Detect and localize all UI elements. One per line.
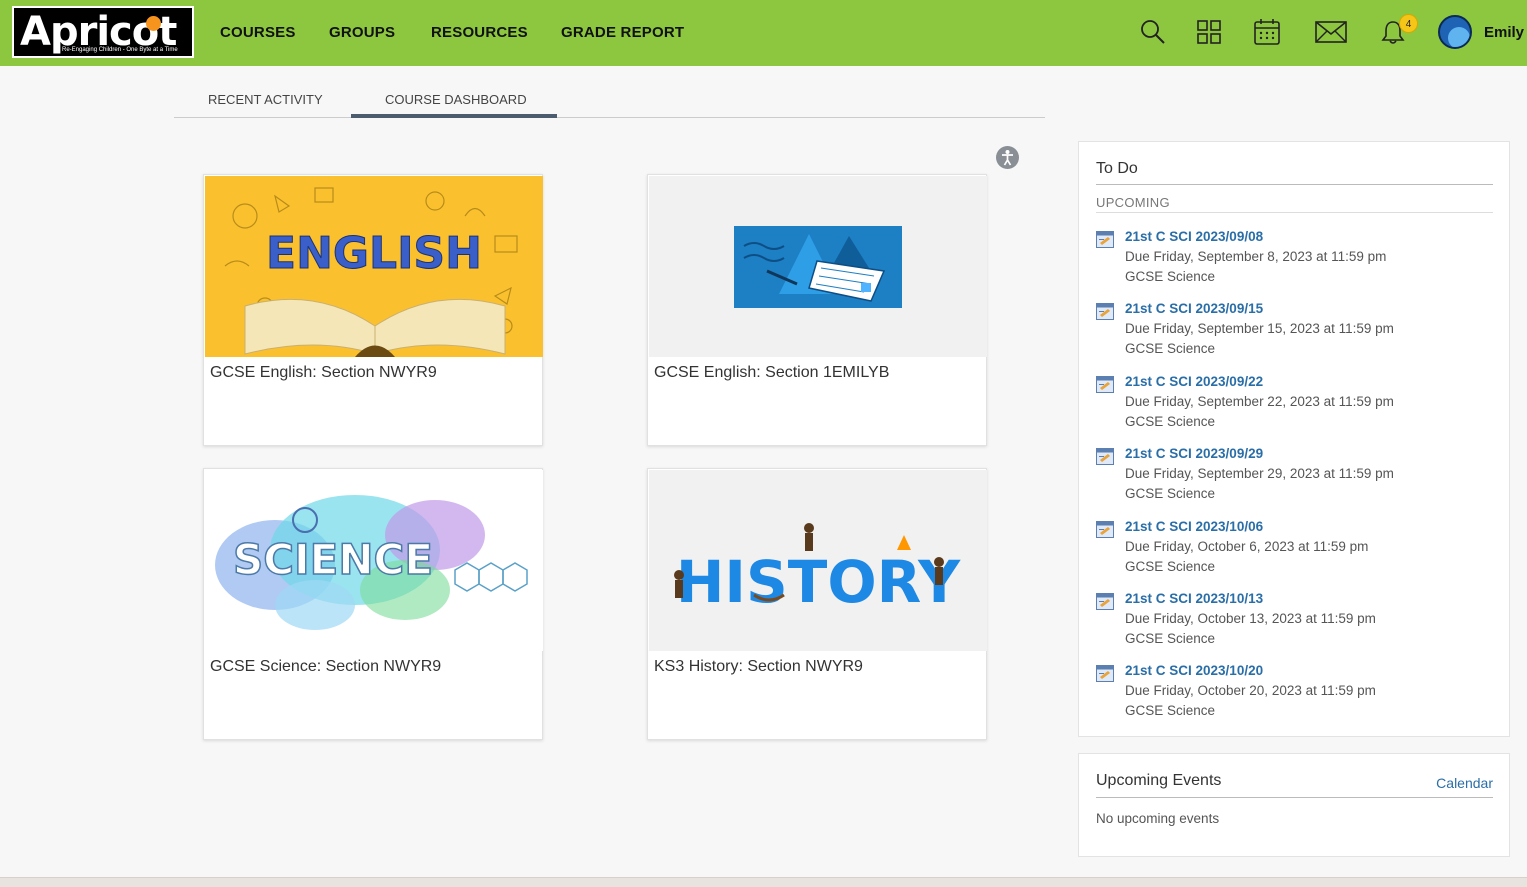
nav-courses[interactable]: COURSES <box>220 24 296 41</box>
todo-item-due-date: Due Friday, October 13, 2023 at 11:59 pm <box>1125 611 1376 626</box>
apricot-logo[interactable]: Apricot Re-Engaging Children - One Byte … <box>12 6 194 58</box>
todo-item-course: GCSE Science <box>1125 703 1216 719</box>
todo-item[interactable]: 21st C SCI 2023/10/20 Due Friday, October… <box>1096 663 1496 727</box>
todo-item-course: GCSE Science <box>1125 631 1216 646</box>
todo-item[interactable]: 21st C SCI 2023/09/08 Due Friday, Septemb… <box>1096 229 1496 293</box>
tab-course-dashboard[interactable]: COURSE DASHBOARD <box>385 92 527 107</box>
notification-count-badge: 4 <box>1399 14 1418 33</box>
course-card-english-1emilyb[interactable]: GCSE English: Section 1EMILYB <box>647 174 987 446</box>
course-title[interactable]: KS3 History: Section NWYR9 <box>654 658 863 676</box>
todo-item-due-date: Due Friday, September 15, 2023 at 11:59 … <box>1125 321 1394 337</box>
course-title[interactable]: GCSE Science: Section NWYR9 <box>210 658 441 676</box>
todo-item-title[interactable]: 21st C SCI 2023/09/15 <box>1125 301 1263 316</box>
todo-item-course: GCSE Science <box>1125 558 1216 574</box>
todo-item[interactable]: 21st C SCI 2023/09/15 Due Friday, Septemb… <box>1096 301 1496 365</box>
assignment-icon <box>1096 448 1114 466</box>
todo-item[interactable]: 21st C SCI 2023/10/06 Due Friday, October… <box>1096 519 1496 583</box>
todo-item-title[interactable]: 21st C SCI 2023/09/08 <box>1125 229 1263 244</box>
assignment-icon <box>1096 375 1114 393</box>
no-events-text: No upcoming events <box>1096 811 1220 826</box>
todo-item-course: GCSE Science <box>1125 413 1216 429</box>
course-title[interactable]: GCSE English: Section NWYR9 <box>210 364 437 382</box>
todo-item-due-date: Due Friday, September 29, 2023 at 11:59 … <box>1125 466 1394 482</box>
todo-item-course: GCSE Science <box>1125 269 1216 284</box>
todo-title: To Do <box>1096 160 1138 177</box>
todo-item-title[interactable]: 21st C SCI 2023/10/13 <box>1125 591 1263 606</box>
top-navigation-bar: Apricot Re-Engaging Children - One Byte … <box>0 0 1527 66</box>
logo-tagline: Re-Engaging Children - One Byte at a Tim… <box>62 47 178 53</box>
todo-item-due-date: Due Friday, October 6, 2023 at 11:59 pm <box>1125 538 1369 554</box>
english-image-word: ENGLISH <box>266 228 482 279</box>
english-1emilyb-course-image <box>649 176 987 357</box>
assignment-icon <box>1096 303 1114 321</box>
events-title: Upcoming Events <box>1096 772 1222 789</box>
tab-recent-activity[interactable]: RECENT ACTIVITY <box>208 92 323 107</box>
todo-item-course: GCSE Science <box>1125 486 1216 502</box>
accessibility-icon[interactable] <box>996 146 1019 169</box>
course-title[interactable]: GCSE English: Section 1EMILYB <box>654 364 889 382</box>
nav-grade-report[interactable]: GRADE REPORT <box>561 24 684 41</box>
divider <box>1096 184 1493 185</box>
taskbar-edge <box>0 877 1527 887</box>
todo-item[interactable]: 21st C SCI 2023/09/29 Due Friday, Septemb… <box>1096 446 1496 510</box>
todo-item-due-date: Due Friday, October 20, 2023 at 11:59 pm <box>1125 683 1376 699</box>
user-avatar[interactable] <box>1438 15 1472 49</box>
english-course-image: ENGLISH <box>205 176 543 357</box>
course-card-science-nwyr9[interactable]: SCIENCE GCSE Science: Section NWYR9 <box>203 468 543 740</box>
assignment-icon <box>1096 665 1114 683</box>
nav-groups[interactable]: GROUPS <box>329 24 395 41</box>
assignment-icon <box>1096 520 1114 538</box>
search-icon[interactable] <box>1138 17 1168 47</box>
todo-item-title[interactable]: 21st C SCI 2023/09/29 <box>1125 446 1263 461</box>
assignment-icon <box>1096 231 1114 248</box>
todo-panel: To Do UPCOMING 21st C SCI 2023/09/08 Due … <box>1078 141 1510 737</box>
upcoming-events-panel: Upcoming Events Calendar No upcoming eve… <box>1078 753 1510 857</box>
calendar-link[interactable]: Calendar <box>1436 775 1493 791</box>
history-course-image: HISTORY <box>649 470 987 651</box>
user-name[interactable]: Emily <box>1484 24 1524 41</box>
course-card-history-nwyr9[interactable]: HISTORY KS3 History: Section NWYR9 <box>647 468 987 740</box>
assignment-icon <box>1096 593 1114 610</box>
calendar-icon[interactable] <box>1252 17 1282 47</box>
upcoming-section-label: UPCOMING <box>1096 195 1170 210</box>
todo-item-title[interactable]: 21st C SCI 2023/10/20 <box>1125 663 1263 678</box>
todo-item-due-date: Due Friday, September 8, 2023 at 11:59 p… <box>1125 249 1387 264</box>
history-image-word: HISTORY <box>676 548 961 616</box>
dashboard-tabs: RECENT ACTIVITY COURSE DASHBOARD <box>174 86 1045 118</box>
todo-item-title[interactable]: 21st C SCI 2023/10/06 <box>1125 519 1263 534</box>
active-tab-indicator <box>351 114 557 118</box>
divider <box>1096 212 1493 213</box>
todo-item-due-date: Due Friday, September 22, 2023 at 11:59 … <box>1125 393 1394 409</box>
logo-apricot-dot <box>146 16 161 31</box>
todo-item-course: GCSE Science <box>1125 341 1216 357</box>
course-card-english-nwyr9[interactable]: ENGLISH GCSE English: Section NWYR9 <box>203 174 543 446</box>
todo-item[interactable]: 21st C SCI 2023/10/13 Due Friday, October… <box>1096 591 1496 655</box>
nav-resources[interactable]: RESOURCES <box>431 24 528 41</box>
apps-grid-icon[interactable] <box>1194 17 1224 47</box>
todo-item-title[interactable]: 21st C SCI 2023/09/22 <box>1125 374 1263 389</box>
mail-icon[interactable] <box>1314 17 1348 47</box>
todo-item[interactable]: 21st C SCI 2023/09/22 Due Friday, Septemb… <box>1096 374 1496 438</box>
divider <box>1096 797 1493 798</box>
science-course-image: SCIENCE <box>205 470 543 651</box>
science-image-word: SCIENCE <box>233 535 433 584</box>
